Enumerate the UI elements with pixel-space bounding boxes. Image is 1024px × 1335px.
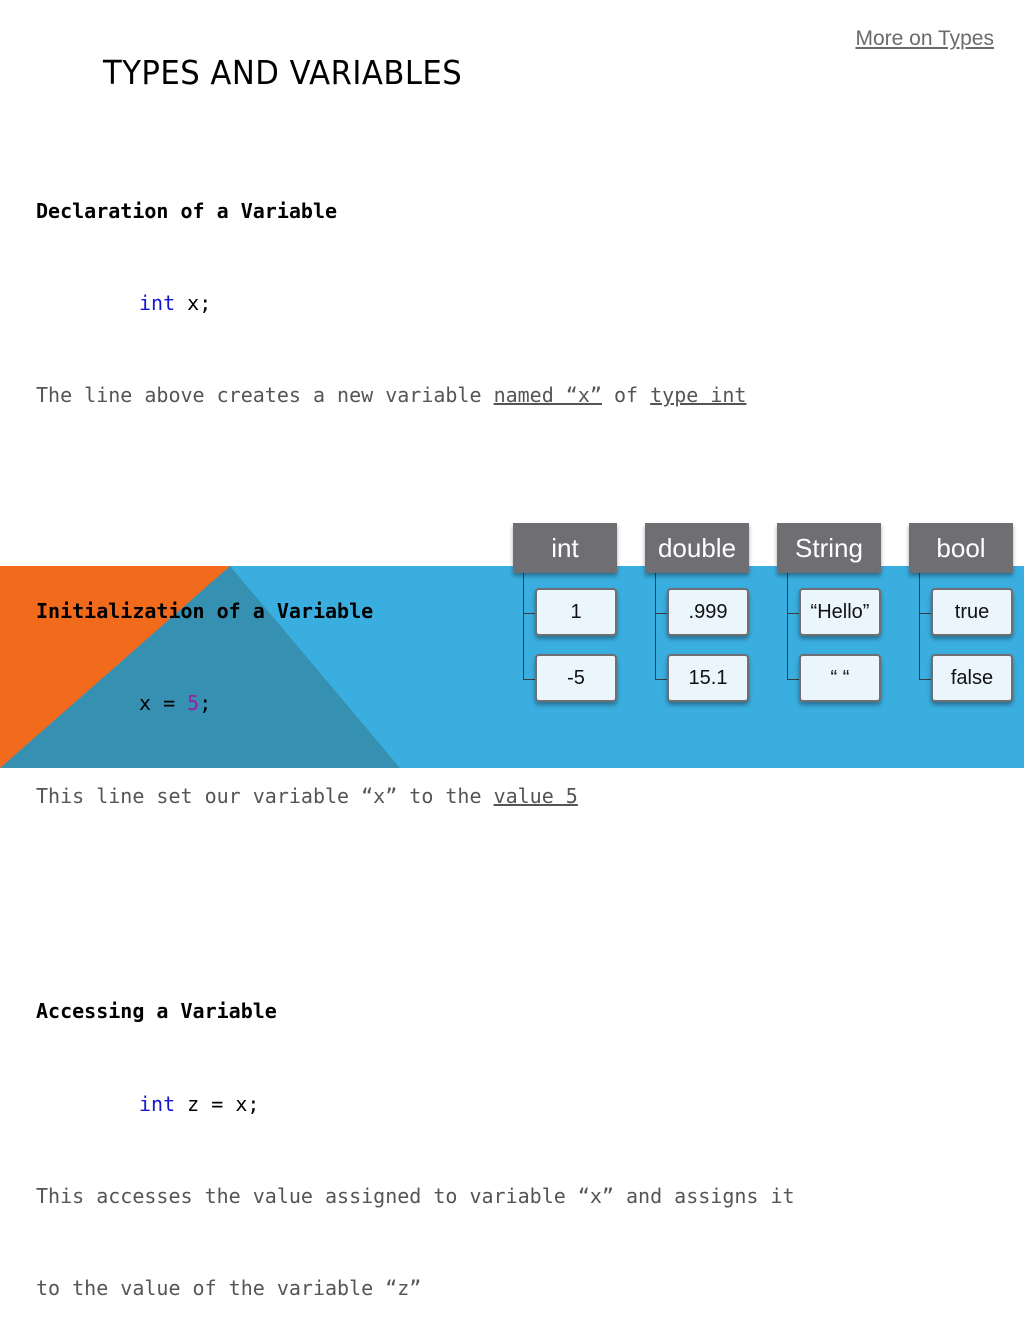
code-text: z = x;: [175, 1091, 260, 1116]
code-keyword: int: [139, 1091, 176, 1116]
code-text: ;: [199, 691, 212, 716]
value-5-link[interactable]: value 5: [494, 784, 578, 808]
code-text: x =: [139, 691, 188, 716]
description-text: The line above creates a new variable: [36, 383, 494, 408]
code-keyword: int: [139, 290, 176, 315]
accessing-code: int z = x;: [36, 1089, 1016, 1120]
type-value: 1: [535, 588, 617, 636]
accessing-description-line-2: to the value of the variable “z”: [36, 1276, 422, 1301]
type-header: String: [777, 523, 881, 573]
initialization-description: This line set our variable “x” to the va…: [36, 781, 1016, 812]
connector-line: [523, 613, 535, 614]
more-on-types-link[interactable]: More on Types: [855, 27, 994, 51]
description-text: This line set our variable “x” to the: [36, 783, 494, 808]
code-text: x;: [175, 290, 212, 315]
slide-body: Declaration of a Variable int x; The lin…: [36, 134, 1016, 1335]
page-title: TYPES AND VARIABLES: [103, 53, 463, 92]
type-value: -5: [535, 654, 617, 702]
type-header: double: [645, 523, 749, 573]
type-value: true: [931, 588, 1013, 636]
accessing-description-line-1: This accesses the value assigned to vari…: [36, 1184, 795, 1209]
accessing-heading: Accessing a Variable: [36, 999, 277, 1024]
type-value: “ “: [799, 654, 881, 702]
declaration-description: The line above creates a new variable na…: [36, 380, 1016, 411]
type-value: false: [931, 654, 1013, 702]
type-value: 15.1: [667, 654, 749, 702]
code-number: 5: [187, 691, 200, 716]
connector-line: [919, 613, 931, 614]
description-text: of: [601, 383, 651, 408]
named-x-link[interactable]: named “x”: [494, 383, 602, 407]
connector-line: [655, 613, 667, 614]
type-header: bool: [909, 523, 1013, 573]
declaration-heading: Declaration of a Variable: [36, 198, 338, 223]
type-value: .999: [667, 588, 749, 636]
type-header: int: [513, 523, 617, 573]
type-value: “Hello”: [799, 588, 881, 636]
declaration-code: int x;: [36, 288, 1016, 319]
type-int-link[interactable]: type int: [650, 383, 746, 407]
connector-line: [787, 613, 799, 614]
